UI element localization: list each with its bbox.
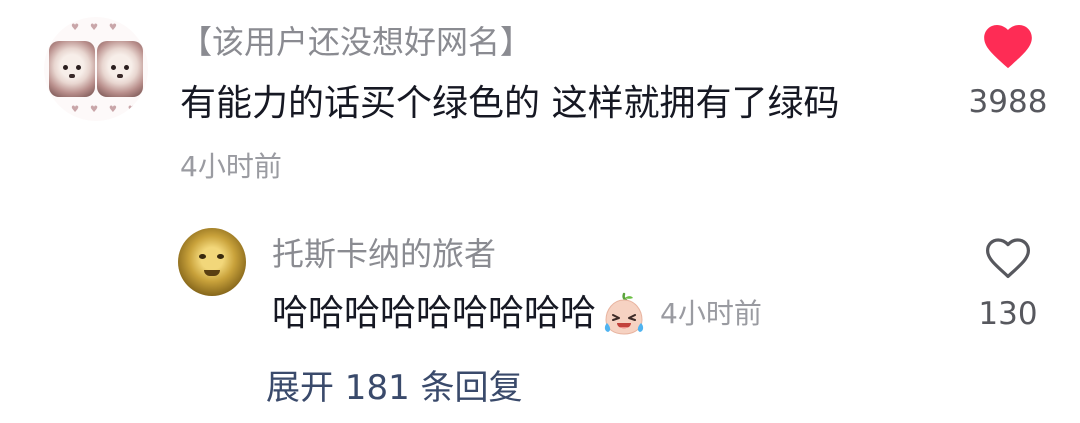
avatar-photo-left	[49, 41, 95, 97]
reply-timestamp: 4小时前	[660, 297, 762, 330]
reply-like-count: 130	[978, 296, 1038, 332]
reply-text[interactable]: 哈哈哈哈哈哈哈哈哈	[272, 290, 596, 338]
avatar-hearts-decoration: ♥ ♥ ♥ ♥ ♥	[52, 105, 140, 115]
expand-replies-link[interactable]: 展开 181 条回复	[266, 364, 523, 412]
like-button[interactable]: 3988	[950, 18, 1066, 128]
reply-body: 哈哈哈哈哈哈哈哈哈 4小时前	[272, 290, 762, 344]
reply-like-button[interactable]: 130	[950, 234, 1066, 344]
comment-username[interactable]: 【该用户还没想好网名】	[180, 20, 532, 64]
avatar[interactable]: ♥ ♥ ♥ ♥ ♥ ♥ ♥ ♥ ♥ ♥	[44, 17, 148, 121]
heart-filled-icon[interactable]	[982, 22, 1034, 70]
avatar-photo-right	[97, 41, 143, 97]
reply-avatar[interactable]	[178, 228, 246, 296]
reply-item: 托斯卡纳的旅者 哈哈哈哈哈哈哈哈哈 4小时前 130	[0, 210, 1080, 360]
heart-outline-icon[interactable]	[984, 236, 1032, 280]
comment-text[interactable]: 有能力的话买个绿色的 这样就拥有了绿码	[180, 80, 839, 128]
laughing-crying-emoji-icon	[604, 292, 644, 335]
comment-timestamp: 4小时前	[180, 150, 282, 183]
reply-username[interactable]: 托斯卡纳的旅者	[272, 232, 496, 276]
like-count: 3988	[968, 84, 1048, 120]
avatar-hearts-decoration: ♥ ♥ ♥ ♥ ♥	[52, 23, 140, 33]
comment-item: ♥ ♥ ♥ ♥ ♥ ♥ ♥ ♥ ♥ ♥ 【该用户还没想好网名】 有能力的话买个绿…	[0, 0, 1080, 210]
